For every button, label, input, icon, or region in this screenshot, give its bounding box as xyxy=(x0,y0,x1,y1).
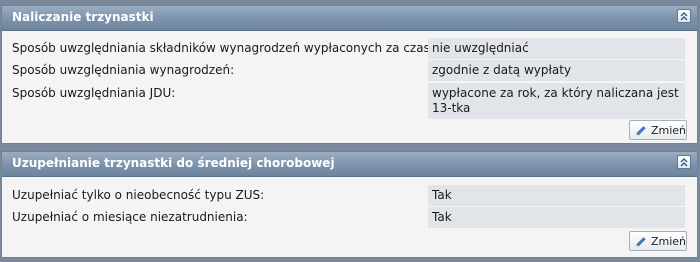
edit-button[interactable]: Zmień xyxy=(629,120,687,140)
double-chevron-up-icon xyxy=(680,11,688,20)
row-value: nie uwzględniać xyxy=(428,38,685,59)
pencil-icon xyxy=(635,237,646,247)
row-label: Sposób uwzględniania wynagrodzeń: xyxy=(12,63,235,77)
pencil-icon xyxy=(635,126,646,136)
panel-uzupelnianie-trzynastki: Uzupełnianie trzynastki do średniej chor… xyxy=(1,151,698,258)
row-label: Sposób uwzględniania składników wynagrod… xyxy=(12,41,453,55)
row-value: zgodnie z datą wypłaty xyxy=(428,60,685,81)
row-value: wypłacone za rok, za który naliczana jes… xyxy=(428,83,685,119)
panel-header: Uzupełnianie trzynastki do średniej chor… xyxy=(2,152,697,177)
double-chevron-up-icon xyxy=(680,157,688,166)
panel-header: Naliczanie trzynastki xyxy=(2,6,697,31)
row-label: Uzupełniać o miesiące niezatrudnienia: xyxy=(12,210,248,224)
edit-label: Zmień xyxy=(650,234,686,248)
edit-button[interactable]: Zmień xyxy=(629,231,687,251)
row-label: Sposób uwzględniania JDU: xyxy=(12,86,176,100)
edit-label: Zmień xyxy=(650,123,686,137)
panel-naliczanie-trzynastki: Naliczanie trzynastki Sposób uwzględnian… xyxy=(1,5,698,144)
row-value: Tak xyxy=(428,185,685,206)
collapse-button[interactable] xyxy=(677,155,691,169)
row-label: Uzupełniać tylko o nieobecność typu ZUS: xyxy=(12,188,265,202)
row-value: Tak xyxy=(428,207,685,228)
panel-title: Uzupełnianie trzynastki do średniej chor… xyxy=(12,156,335,170)
panel-title: Naliczanie trzynastki xyxy=(12,10,154,24)
collapse-button[interactable] xyxy=(677,9,691,23)
